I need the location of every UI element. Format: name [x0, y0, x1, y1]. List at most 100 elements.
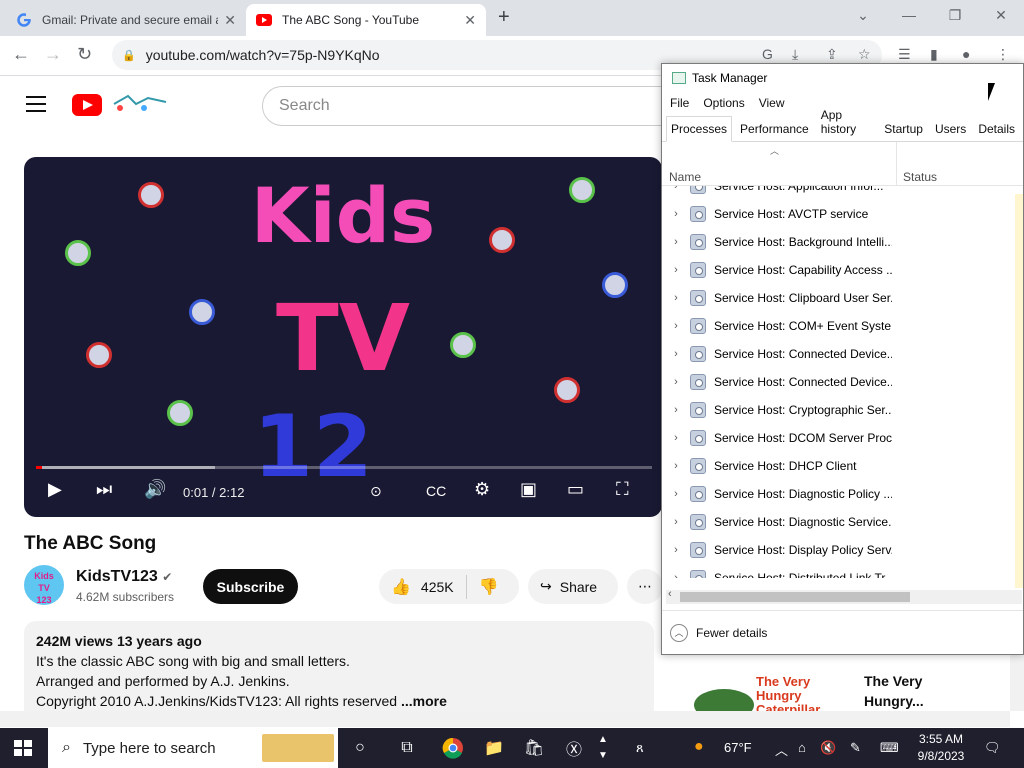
progress-bar[interactable]	[36, 466, 652, 469]
tab-search-icon[interactable]: ⌄	[840, 0, 886, 30]
thumbs-up-icon[interactable]: 👍	[391, 577, 411, 597]
expand-chevron-icon[interactable]: ›	[664, 516, 688, 528]
reading-list-icon[interactable]: ☰	[898, 46, 911, 63]
forward-icon[interactable]: →	[44, 44, 62, 65]
process-row[interactable]: › Service Host: Connected Device...	[662, 340, 1012, 368]
google-lens-icon[interactable]: G	[762, 46, 773, 62]
share-page-icon[interactable]: ⇪	[826, 46, 838, 63]
tab-gmail[interactable]: Gmail: Private and secure email at no co…	[6, 4, 246, 36]
restore-icon[interactable]: ❐	[932, 0, 978, 30]
expand-chevron-icon[interactable]: ›	[664, 432, 688, 444]
process-row[interactable]: › Service Host: Background Intelli...	[662, 228, 1012, 256]
chrome-icon[interactable]	[441, 736, 465, 760]
people-icon[interactable]: ጸ	[636, 740, 644, 756]
expand-chevron-icon[interactable]: ›	[664, 348, 688, 360]
minimize-icon[interactable]: —	[886, 0, 932, 30]
menu-file[interactable]: File	[670, 96, 689, 110]
expand-chevron-icon[interactable]: ›	[664, 236, 688, 248]
lock-icon[interactable]: 🔒	[122, 49, 136, 62]
pen-icon[interactable]: ✎	[850, 740, 861, 756]
tab-processes[interactable]: Processes	[666, 116, 733, 142]
back-icon[interactable]: ←	[12, 44, 30, 65]
volume-icon[interactable]: 🔊	[144, 479, 166, 500]
video-player[interactable]: Kids TV 12 ▶ ⏭ 🔊 0:01 / 2:12 ⊙ CC ⚙ ▣ ▭ …	[24, 157, 662, 517]
notifications-icon[interactable]: 🗨	[984, 740, 1001, 756]
channel-avatar[interactable]: Kids TV 123	[24, 565, 64, 605]
expand-chevron-icon[interactable]: ›	[664, 572, 688, 578]
process-row[interactable]: › Service Host: Display Policy Serv...	[662, 536, 1012, 564]
tab-performance[interactable]: Performance	[736, 117, 813, 141]
expand-chevron-icon[interactable]: ›	[664, 320, 688, 332]
bookmark-star-icon[interactable]: ☆	[858, 46, 871, 63]
scrollbar-thumb[interactable]	[680, 592, 910, 602]
taskbar-scroll-icon[interactable]: ▲ ▼	[598, 732, 608, 764]
task-manager-titlebar[interactable]: Task Manager	[662, 64, 1023, 92]
expand-chevron-icon[interactable]: ›	[664, 186, 688, 192]
expand-chevron-icon[interactable]: ›	[664, 208, 688, 220]
close-tab-icon[interactable]: ✕	[464, 12, 476, 29]
tab-startup[interactable]: Startup	[880, 117, 927, 141]
hamburger-menu-icon[interactable]	[26, 96, 46, 117]
expand-chevron-icon[interactable]: ›	[664, 264, 688, 276]
search-input[interactable]: Search	[262, 86, 682, 126]
reload-icon[interactable]: ↻	[77, 44, 92, 65]
more-actions-button[interactable]: ⋯	[627, 569, 663, 604]
process-row[interactable]: › Service Host: Diagnostic Policy ...	[662, 480, 1012, 508]
process-row[interactable]: › Service Host: AVCTP service	[662, 200, 1012, 228]
settings-gear-icon[interactable]: ⚙	[474, 479, 490, 500]
channel-name[interactable]: KidsTV123 ✔	[76, 568, 172, 586]
expand-chevron-icon[interactable]: ›	[664, 488, 688, 500]
process-row[interactable]: › Service Host: DCOM Server Proc...	[662, 424, 1012, 452]
scroll-left-icon[interactable]: ‹	[668, 588, 672, 600]
touch-keyboard-icon[interactable]: ⌨	[880, 740, 899, 756]
captions-icon[interactable]: CC	[426, 483, 446, 499]
menu-options[interactable]: Options	[703, 96, 744, 110]
process-row[interactable]: › Service Host: Clipboard User Ser...	[662, 284, 1012, 312]
fewer-details-button[interactable]: ︿ Fewer details	[662, 610, 1023, 654]
more-link[interactable]: ...more	[401, 693, 447, 709]
page-horizontal-scrollbar[interactable]	[0, 711, 1010, 727]
microsoft-store-icon[interactable]: 🛍	[522, 736, 546, 760]
weather-temperature[interactable]: 67°F	[724, 740, 752, 755]
column-status[interactable]: Status	[903, 170, 937, 184]
process-row[interactable]: › Service Host: Distributed Link Tr...	[662, 564, 1012, 578]
show-hidden-icons-icon[interactable]: ︿	[775, 740, 788, 759]
close-tab-icon[interactable]: ✕	[224, 12, 236, 29]
process-row[interactable]: › Service Host: Capability Access ...	[662, 256, 1012, 284]
menu-view[interactable]: View	[759, 96, 785, 110]
taskbar-clock[interactable]: 3:55 AM 9/8/2023	[915, 731, 967, 765]
process-list-scrollbar[interactable]	[1015, 194, 1023, 588]
recommended-video[interactable]: The Very Hungry Caterpillar The Very Hun…	[664, 655, 1010, 721]
close-window-icon[interactable]: ✕	[978, 0, 1024, 30]
xbox-icon[interactable]: Ⓧ	[562, 736, 586, 760]
expand-chevron-icon[interactable]: ›	[664, 460, 688, 472]
thumbs-down-icon[interactable]: 👎	[479, 577, 499, 597]
tab-users[interactable]: Users	[931, 117, 970, 141]
autoplay-toggle-icon[interactable]: ⊙	[370, 483, 382, 500]
expand-chevron-icon[interactable]: ›	[664, 544, 688, 556]
weather-sun-icon[interactable]: ●	[694, 738, 704, 756]
youtube-logo[interactable]	[72, 94, 102, 116]
play-icon[interactable]: ▶	[48, 479, 62, 500]
process-row[interactable]: › Service Host: DHCP Client	[662, 452, 1012, 480]
process-row[interactable]: › Service Host: Diagnostic Service...	[662, 508, 1012, 536]
fullscreen-icon[interactable]: ⛶	[616, 479, 629, 500]
expand-chevron-icon[interactable]: ›	[664, 404, 688, 416]
theater-mode-icon[interactable]: ▭	[567, 479, 584, 500]
volume-muted-icon[interactable]: 🔇	[820, 740, 836, 756]
process-row[interactable]: › Service Host: COM+ Event Syste...	[662, 312, 1012, 340]
tab-youtube[interactable]: The ABC Song - YouTube ✕	[246, 4, 486, 36]
file-explorer-icon[interactable]: 📁	[482, 736, 506, 760]
network-icon[interactable]: ⌂	[798, 740, 806, 755]
subscribe-button[interactable]: Subscribe	[203, 569, 298, 604]
expand-chevron-icon[interactable]: ›	[664, 292, 688, 304]
side-panel-icon[interactable]: ▮	[930, 46, 938, 63]
install-icon[interactable]: ⤓	[792, 46, 798, 63]
share-button[interactable]: ↪ Share	[528, 569, 618, 604]
task-view-icon[interactable]: ⧉	[395, 736, 419, 760]
cortana-icon[interactable]: ○	[348, 736, 372, 760]
windows-start-icon[interactable]	[14, 740, 32, 756]
expand-chevron-icon[interactable]: ›	[664, 376, 688, 388]
next-icon[interactable]: ⏭	[96, 479, 112, 500]
description-box[interactable]: 242M views 13 years ago It's the classic…	[24, 621, 654, 721]
